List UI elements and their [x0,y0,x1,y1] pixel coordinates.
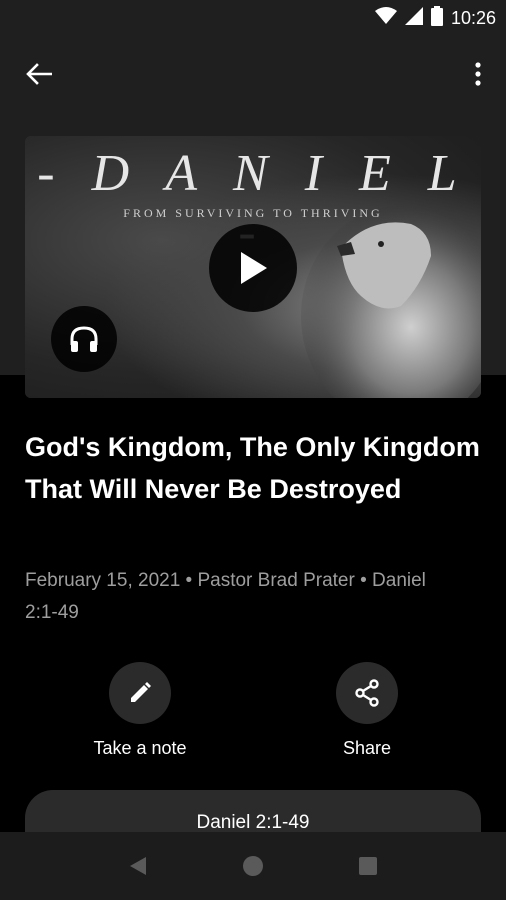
nav-recents-button[interactable] [348,846,388,886]
share-button[interactable]: Share [292,662,442,759]
back-button[interactable] [22,60,56,88]
play-button[interactable] [209,224,297,312]
share-icon [355,679,379,707]
pencil-icon [131,682,151,702]
play-icon [241,252,267,284]
headphones-icon [70,326,98,352]
wifi-icon [374,6,397,30]
battery-icon [430,5,443,31]
nav-back-button[interactable] [118,846,158,886]
share-label: Share [342,738,392,758]
signal-icon [404,6,423,30]
take-note-circle[interactable] [109,662,171,724]
more-options-button[interactable] [468,58,488,90]
sermon-artwork: - D A N I E L - FROM SURVIVING TO THRIVI… [25,136,481,398]
take-note-label: Take a note [93,738,187,758]
status-time: 10:26 [450,7,496,28]
series-subtitle: FROM SURVIVING TO THRIVING [123,206,383,220]
sermon-title: God's Kingdom, The Only Kingdom That Wil… [25,432,480,504]
sermon-meta: February 15, 2021 • Pastor Brad Prater •… [25,570,426,623]
app-bar [0,50,506,98]
nav-home-button[interactable] [233,846,273,886]
arrow-back-icon [26,63,52,85]
status-bar: 10:26 [0,0,506,36]
triangle-back-icon [129,857,146,875]
circle-home-icon [242,856,263,876]
square-recents-icon [359,857,378,875]
more-vert-icon [475,62,481,86]
system-nav-bar [0,832,506,900]
share-circle[interactable] [336,662,398,724]
take-note-button[interactable]: Take a note [65,662,215,759]
audio-button[interactable] [51,306,117,372]
